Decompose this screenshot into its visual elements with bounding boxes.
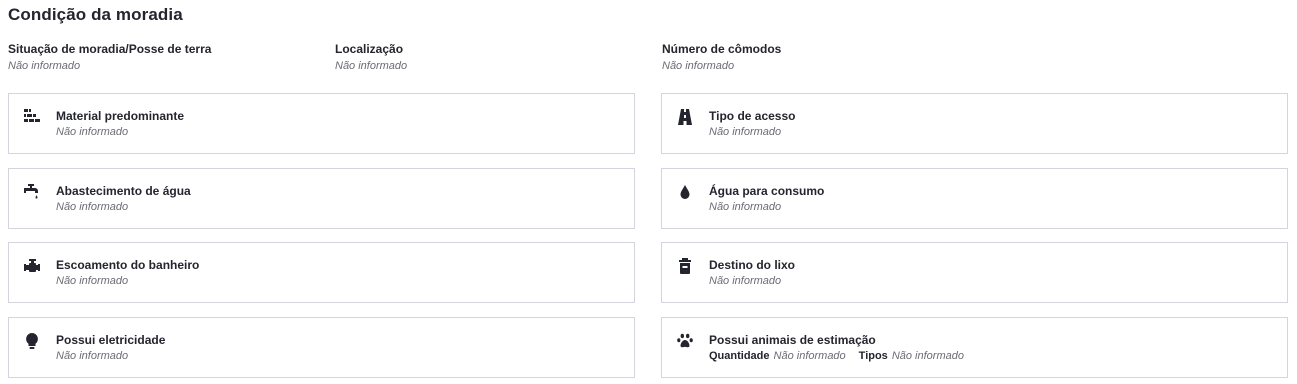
card-title: Escoamento do banheiro xyxy=(56,258,200,272)
road-icon xyxy=(676,108,694,126)
card-agua-consumo: Água para consumo Não informado xyxy=(661,168,1288,229)
card-material-predominante: Material predominante Não informado xyxy=(8,93,635,154)
pets-details: Quantidade Não informado Tipos Não informad… xyxy=(709,349,964,363)
pipe-valve-icon xyxy=(23,257,41,275)
section-title: Condição da moradia xyxy=(8,5,183,24)
info-situacao-moradia: Situação de moradia/Posse de terra Não i… xyxy=(8,42,211,73)
card-value: Não informado xyxy=(56,275,129,287)
info-numero-comodos: Número de cômodos Não informado xyxy=(662,42,781,73)
info-value: Não informado xyxy=(662,60,735,72)
lightbulb-icon xyxy=(23,332,41,350)
quantidade-value: Não informado xyxy=(773,350,846,362)
bricks-icon xyxy=(23,108,41,126)
card-value: Não informado xyxy=(56,350,129,362)
paw-icon xyxy=(676,332,694,350)
card-title: Possui eletricidade xyxy=(56,333,166,347)
tipos-value: Não informado xyxy=(891,350,964,362)
water-drop-icon xyxy=(676,183,694,201)
trash-can-icon xyxy=(676,257,694,275)
card-possui-eletricidade: Possui eletricidade Não informado xyxy=(8,317,635,378)
card-title: Material predominante xyxy=(56,109,185,123)
card-tipo-acesso: Tipo de acesso Não informado xyxy=(661,93,1288,154)
card-title: Destino do lixo xyxy=(709,258,796,272)
info-label: Localização xyxy=(335,42,404,56)
card-value: Não informado xyxy=(56,201,129,213)
info-label: Número de cômodos xyxy=(662,42,782,56)
card-value: Não informado xyxy=(709,201,782,213)
card-title: Possui animais de estimação xyxy=(709,333,876,347)
quantidade-label: Quantidade xyxy=(709,350,770,362)
info-value: Não informado xyxy=(335,60,408,72)
card-abastecimento-agua: Abastecimento de água Não informado xyxy=(8,168,635,229)
card-value: Não informado xyxy=(56,126,129,138)
info-value: Não informado xyxy=(8,60,81,72)
info-label: Situação de moradia/Posse de terra xyxy=(8,42,212,56)
card-escoamento-banheiro: Escoamento do banheiro Não informado xyxy=(8,242,635,303)
card-destino-lixo: Destino do lixo Não informado xyxy=(661,242,1288,303)
card-value: Não informado xyxy=(709,275,782,287)
tipos-label: Tipos xyxy=(858,350,888,362)
faucet-icon xyxy=(23,183,41,201)
card-animais-estimacao: Possui animais de estimação Quantidade Nã… xyxy=(661,317,1288,378)
info-localizacao: Localização Não informado xyxy=(335,42,407,73)
card-title: Abastecimento de água xyxy=(56,184,191,198)
card-title: Tipo de acesso xyxy=(709,109,796,123)
card-value: Não informado xyxy=(709,126,782,138)
card-title: Água para consumo xyxy=(709,184,825,198)
